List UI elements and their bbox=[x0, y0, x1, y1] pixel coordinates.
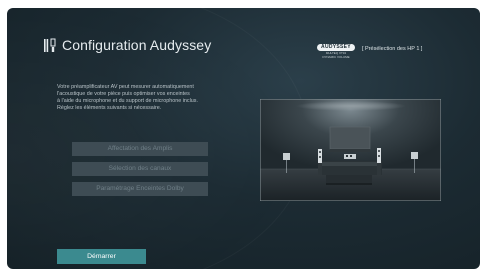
speaker-preset-label: [ Présélection des HP 1 ] bbox=[362, 46, 423, 52]
description-text: Votre préamplificateur AV peut mesurer a… bbox=[57, 84, 257, 112]
amp-assign-button[interactable]: Affectation des Amplis bbox=[72, 142, 208, 156]
page-title: Configuration Audyssey bbox=[62, 37, 212, 53]
description-line: Votre préamplificateur AV peut mesurer a… bbox=[57, 84, 194, 90]
channel-select-button[interactable]: Sélection des canaux bbox=[72, 162, 208, 176]
room-illustration bbox=[260, 99, 441, 201]
audyssey-logo-name: AUDYSSEY bbox=[317, 44, 355, 51]
audyssey-logo-line2: DYNAMIC VOLUME bbox=[322, 54, 350, 59]
dolby-speaker-setup-button[interactable]: Paramétrage Enceintes Dolby bbox=[72, 182, 208, 196]
speaker-setup-icon bbox=[44, 38, 56, 52]
description-line: à l'aide du microphone et du support de … bbox=[57, 98, 198, 104]
start-button[interactable]: Démarrer bbox=[57, 249, 146, 264]
description-line: l'acoustique de votre pièce puis optimis… bbox=[57, 91, 190, 97]
description-line: Réglez les éléments suivants si nécessai… bbox=[57, 105, 162, 111]
audyssey-logo: AUDYSSEY MULTEQ XT32 DYNAMIC VOLUME bbox=[317, 44, 355, 60]
